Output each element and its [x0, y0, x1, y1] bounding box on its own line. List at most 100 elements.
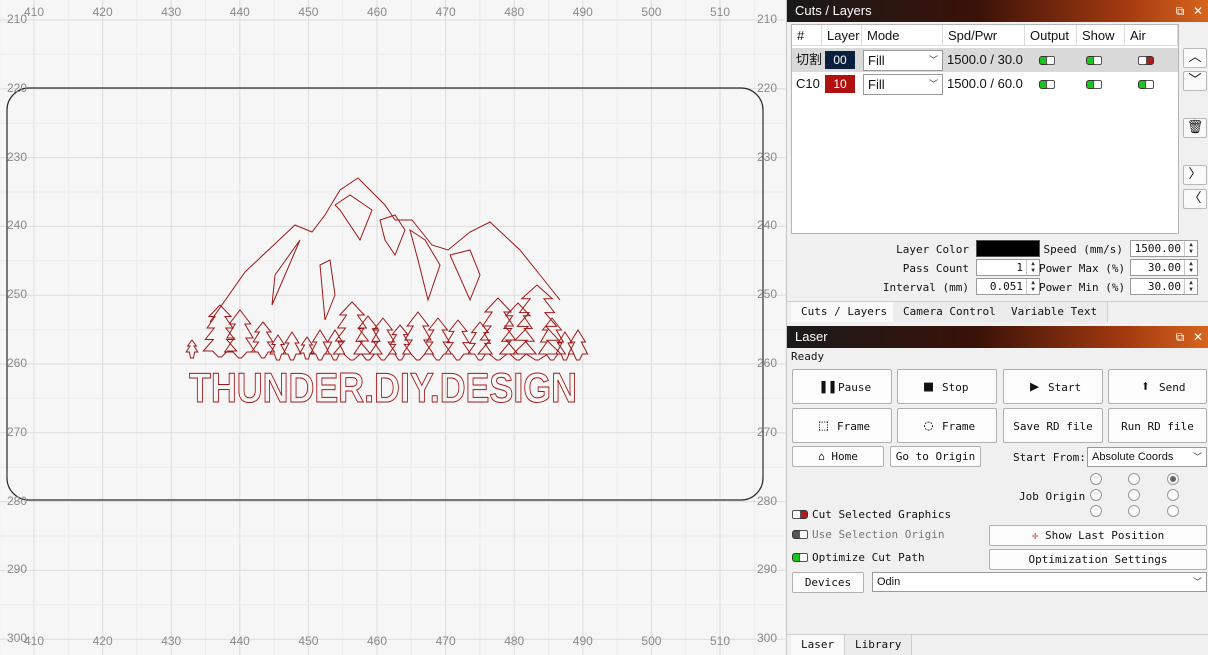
- interval-value: 0.051: [989, 280, 1023, 293]
- optimization-settings-button[interactable]: Optimization Settings: [989, 549, 1207, 570]
- home-button[interactable]: ⌂ Home: [792, 446, 884, 467]
- tree-shape: [567, 329, 589, 361]
- origin-radio-bl[interactable]: [1090, 505, 1102, 517]
- power-max-value: 30.00: [1147, 261, 1181, 274]
- y-ruler-label: 280: [7, 493, 28, 508]
- air-toggle[interactable]: [1138, 80, 1154, 89]
- origin-radio-bc[interactable]: [1128, 505, 1140, 517]
- expand-button[interactable]: 〉: [1183, 165, 1207, 185]
- power-max-input[interactable]: 30.00 ▲ ▼: [1130, 259, 1198, 276]
- col-header-mode[interactable]: Mode: [862, 25, 943, 46]
- origin-radio-tc[interactable]: [1128, 473, 1140, 485]
- origin-radio-mc[interactable]: [1128, 489, 1140, 501]
- start-button[interactable]: ▶ Start: [1003, 369, 1103, 404]
- tab-camera-control[interactable]: Camera Control: [893, 302, 1007, 322]
- tree-shape: [269, 334, 287, 361]
- origin-radio-mr[interactable]: [1167, 489, 1179, 501]
- y-ruler-label: 260: [757, 356, 778, 370]
- tab-cuts-layers[interactable]: Cuts / Layers: [791, 302, 899, 322]
- power-min-value: 30.00: [1147, 280, 1181, 293]
- layer-swatch[interactable]: 10: [825, 75, 855, 93]
- x-ruler-label: 450: [298, 5, 319, 19]
- col-header-show[interactable]: Show: [1077, 25, 1125, 46]
- start-from-select[interactable]: Absolute Coords ﹀: [1087, 447, 1207, 467]
- run-rd-button[interactable]: Run RD file: [1108, 408, 1207, 443]
- move-up-button[interactable]: ︿: [1183, 48, 1207, 68]
- stop-button[interactable]: ■ Stop: [897, 369, 997, 404]
- close-icon[interactable]: ✕: [1189, 326, 1207, 348]
- x-ruler-label: 440: [229, 5, 250, 19]
- design-canvas[interactable]: THUNDER.DIY.DESIGN 410 410 420 420 430 430 440…: [0, 0, 785, 655]
- col-header-num[interactable]: #: [792, 25, 822, 46]
- send-button[interactable]: ⬆ Send: [1108, 369, 1207, 404]
- show-last-position-button[interactable]: ✛ Show Last Position: [989, 525, 1207, 546]
- origin-radio-tl[interactable]: [1090, 473, 1102, 485]
- pass-count-input[interactable]: 1 ▲ ▼: [976, 259, 1040, 276]
- origin-radio-br[interactable]: [1167, 505, 1179, 517]
- col-header-air[interactable]: Air: [1125, 25, 1178, 46]
- mode-select[interactable]: Fill ﹀: [863, 50, 943, 71]
- col-header-layer[interactable]: Layer: [822, 25, 862, 46]
- speed-input[interactable]: 1500.00 ▲ ▼: [1130, 240, 1198, 257]
- close-icon[interactable]: ✕: [1189, 0, 1207, 22]
- optimize-cut-path-label: Optimize Cut Path: [812, 551, 925, 564]
- go-to-origin-button[interactable]: Go to Origin: [890, 446, 981, 467]
- frame-button[interactable]: ⬚ Frame: [792, 408, 892, 443]
- spin-arrows-icon[interactable]: ▲ ▼: [1026, 279, 1039, 294]
- device-select[interactable]: Odin ﹀: [872, 572, 1207, 592]
- interval-label: Interval (mm): [882, 281, 969, 294]
- tree-shape: [299, 336, 315, 360]
- spin-arrows-icon[interactable]: ▲ ▼: [1026, 260, 1039, 275]
- collapse-button[interactable]: 〈: [1183, 189, 1207, 209]
- pause-button[interactable]: ❚❚ Pause: [792, 369, 892, 404]
- save-rd-button[interactable]: Save RD file: [1003, 408, 1103, 443]
- x-ruler-label: 430: [161, 634, 182, 648]
- x-ruler-label: 420: [92, 5, 113, 19]
- speed-label: Speed (mm/s): [1043, 243, 1123, 256]
- col-header-output[interactable]: Output: [1025, 25, 1077, 46]
- spin-arrows-icon[interactable]: ▲ ▼: [1184, 279, 1197, 294]
- tab-laser[interactable]: Laser: [791, 635, 846, 655]
- tab-library[interactable]: Library: [845, 635, 913, 655]
- use-selection-origin-toggle[interactable]: [792, 530, 808, 539]
- tab-variable-text[interactable]: Variable Text: [1001, 302, 1109, 322]
- show-last-position-label: Show Last Position: [1045, 529, 1165, 542]
- crosshair-icon: ✛: [1031, 529, 1039, 542]
- show-toggle[interactable]: [1086, 56, 1102, 65]
- layer-color-picker[interactable]: [976, 240, 1040, 257]
- save-rd-label: Save RD file: [1013, 420, 1093, 433]
- layer-row[interactable]: 切割 00 Fill ﹀ 1500.0 / 30.0: [792, 48, 1178, 72]
- output-toggle[interactable]: [1039, 56, 1055, 65]
- air-toggle[interactable]: [1138, 56, 1154, 65]
- output-toggle[interactable]: [1039, 80, 1055, 89]
- cut-selected-toggle[interactable]: [792, 510, 808, 519]
- layer-swatch[interactable]: 00: [825, 51, 855, 69]
- interval-input[interactable]: 0.051 ▲ ▼: [976, 278, 1040, 295]
- devices-button[interactable]: Devices: [792, 572, 864, 593]
- power-min-input[interactable]: 30.00 ▲ ▼: [1130, 278, 1198, 295]
- float-icon[interactable]: ⧉: [1171, 326, 1189, 348]
- spin-arrows-icon[interactable]: ▲ ▼: [1184, 241, 1197, 256]
- mode-select[interactable]: Fill ﹀: [863, 74, 943, 95]
- layer-row[interactable]: C10 10 Fill ﹀ 1500.0 / 60.0: [792, 72, 1178, 96]
- x-ruler-label: 490: [572, 5, 593, 19]
- y-ruler-label: 300: [7, 631, 28, 646]
- origin-radio-tr[interactable]: [1167, 473, 1179, 485]
- optimize-cut-path-toggle[interactable]: [792, 553, 808, 562]
- app-window: THUNDER.DIY.DESIGN 410 410 420 420 430 430 440…: [0, 0, 1208, 655]
- origin-radio-ml[interactable]: [1090, 489, 1102, 501]
- frame-circle-button[interactable]: ◌ Frame: [897, 408, 997, 443]
- col-header-spdpwr[interactable]: Spd/Pwr: [943, 25, 1025, 46]
- float-icon[interactable]: ⧉: [1171, 0, 1189, 22]
- show-toggle[interactable]: [1086, 80, 1102, 89]
- spin-arrows-icon[interactable]: ▲ ▼: [1184, 260, 1197, 275]
- mode-value: Fill: [868, 77, 885, 92]
- delete-layer-button[interactable]: 🗑: [1183, 118, 1207, 138]
- move-down-button[interactable]: ﹀: [1183, 71, 1207, 91]
- home-icon: ⌂: [818, 450, 825, 463]
- y-ruler-label: 270: [757, 424, 778, 439]
- design-artwork[interactable]: THUNDER.DIY.DESIGN: [0, 0, 785, 655]
- y-ruler-label: 220: [7, 80, 28, 95]
- tree-shape: [444, 319, 472, 361]
- tree-shape: [332, 301, 372, 361]
